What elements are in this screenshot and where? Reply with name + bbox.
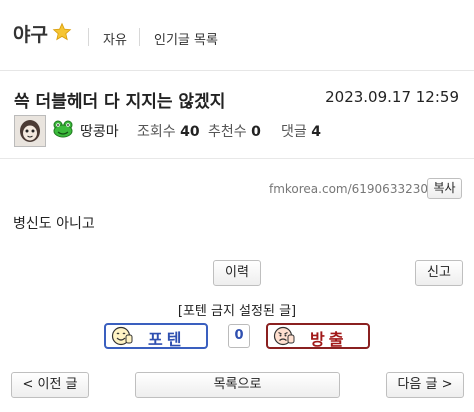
- downvote-label: 방출: [310, 330, 348, 349]
- post-body: 병신도 아니고: [13, 216, 95, 232]
- post-date: 2023.09.17 12:59: [325, 88, 459, 106]
- author-name[interactable]: 땅콩마: [80, 121, 119, 141]
- comments-label: 댓글: [281, 124, 307, 140]
- upvote-label: 포텐: [148, 330, 186, 349]
- nav-link-popular[interactable]: 인기글 목록: [154, 29, 218, 48]
- frog-icon: [53, 120, 73, 138]
- downvote-button[interactable]: 방출: [266, 323, 370, 349]
- likes-stat: 추천수 0: [208, 121, 261, 141]
- nav-divider: [139, 28, 140, 46]
- board-title[interactable]: 야구: [13, 20, 48, 47]
- comments-stat: 댓글 4: [281, 121, 321, 141]
- prev-post-button[interactable]: < 이전 글: [11, 372, 89, 398]
- likes-label: 추천수: [208, 124, 247, 140]
- avatar[interactable]: [14, 115, 46, 147]
- upvote-button[interactable]: 포텐: [104, 323, 208, 349]
- vote-note: [포텐 금지 설정된 글]: [177, 304, 297, 319]
- next-post-button[interactable]: 다음 글 >: [386, 372, 464, 398]
- comments-count: 4: [311, 124, 321, 140]
- history-button[interactable]: 이력: [213, 260, 261, 286]
- copy-url-button[interactable]: 복사: [427, 178, 462, 199]
- post-title: 쓱 더블헤더 다 지지는 않겠지: [14, 92, 226, 112]
- views-stat: 조회수 40: [137, 121, 200, 141]
- vote-count: 0: [228, 324, 250, 348]
- back-to-list-button[interactable]: 목록으로: [135, 372, 340, 398]
- views-label: 조회수: [137, 124, 176, 140]
- nav-divider: [88, 28, 89, 46]
- nav-link-free[interactable]: 자유: [103, 29, 127, 48]
- header-divider: [0, 158, 474, 159]
- likes-count: 0: [251, 124, 261, 140]
- views-count: 40: [180, 124, 200, 140]
- board-header: 야구 자유 인기글 목록: [0, 0, 474, 71]
- star-icon[interactable]: [52, 22, 72, 42]
- avatar-image: [15, 116, 45, 146]
- post-url[interactable]: fmkorea.com/6190633230: [269, 182, 428, 196]
- angry-face-icon: [273, 326, 295, 346]
- happy-face-icon: [111, 326, 133, 346]
- report-button[interactable]: 신고: [415, 260, 463, 286]
